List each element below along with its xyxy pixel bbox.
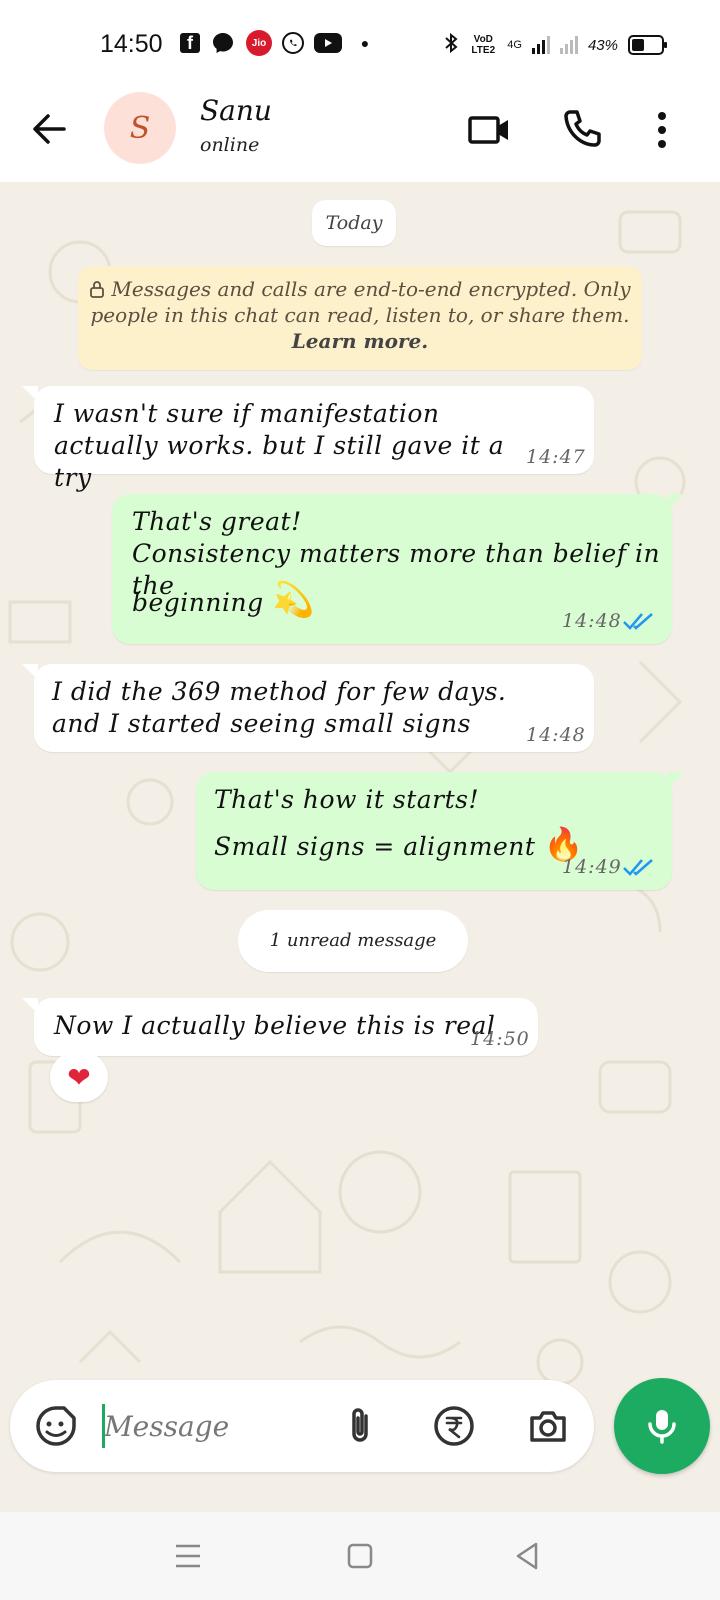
- read-receipt-icon: [623, 613, 653, 630]
- messenger-icon: [210, 30, 236, 56]
- bubble-tail: [22, 386, 38, 402]
- network-type: 4G: [507, 39, 522, 51]
- battery-percent: 43%: [587, 36, 618, 54]
- avatar-initial: S: [129, 110, 151, 146]
- chat-header: S Sanu online: [0, 84, 720, 182]
- message-bubble-incoming[interactable]: I wasn't sure if manifestation actually …: [22, 386, 594, 492]
- message-bubble-outgoing[interactable]: That's great! Consistency matters more t…: [112, 494, 684, 644]
- avatar[interactable]: S: [104, 92, 176, 164]
- status-bar: 14:50 f Jio ● VoD LTE2 4G 43%: [0, 0, 720, 84]
- message-bubble-incoming[interactable]: I did the 369 method for few days. and I…: [22, 664, 594, 752]
- voice-call-button[interactable]: [558, 106, 606, 154]
- dizzy-emoji: 💫: [272, 580, 315, 620]
- date-label: Today: [325, 212, 383, 234]
- message-text: I did the 369 method for few days. and I…: [52, 677, 507, 738]
- message-line: Small signs = alignment 🔥: [214, 828, 584, 863]
- microphone-icon: [648, 1410, 676, 1444]
- home-nav-button[interactable]: [340, 1536, 380, 1576]
- message-line: beginning 💫: [132, 583, 315, 619]
- triangle-back-icon: [516, 1542, 538, 1570]
- phone-icon: [564, 110, 601, 147]
- status-time: 14:50: [100, 30, 163, 58]
- notification-icons: f Jio ●: [180, 30, 378, 56]
- arrow-left-icon: [33, 114, 66, 144]
- battery-fill: [632, 39, 644, 51]
- bubble-tail: [668, 772, 684, 788]
- bubble-tail: [22, 998, 38, 1014]
- message-time: 14:47: [526, 446, 586, 468]
- attach-button[interactable]: [338, 1404, 382, 1448]
- unread-label: 1 unread message: [269, 930, 437, 951]
- heart-emoji: ❤: [67, 1060, 91, 1094]
- unread-separator: 1 unread message: [238, 910, 468, 972]
- learn-more-link[interactable]: Learn more.: [292, 329, 429, 353]
- video-camera-icon: [468, 116, 508, 144]
- menu-nav-button[interactable]: [168, 1536, 208, 1576]
- lock-icon: [90, 281, 105, 298]
- encryption-notice[interactable]: Messages and calls are end-to-end encryp…: [78, 266, 642, 370]
- chat-area[interactable]: Today Messages and calls are end-to-end …: [0, 182, 720, 1410]
- more-notifications-icon: ●: [360, 35, 370, 51]
- battery-icon: [628, 35, 667, 55]
- message-text: I wasn't sure if manifestation actually …: [54, 399, 505, 492]
- rupee-icon: [434, 1406, 474, 1446]
- back-button[interactable]: [26, 106, 72, 152]
- message-bubble-incoming[interactable]: Now I actually believe this is real 14:5…: [22, 998, 538, 1056]
- camera-icon: [530, 1411, 566, 1442]
- paperclip-icon: [352, 1408, 368, 1442]
- whatsapp-icon: [282, 32, 304, 54]
- message-text: Now I actually believe this is real: [54, 1011, 496, 1040]
- video-call-button[interactable]: [466, 106, 514, 154]
- network-label: VoD LTE2: [471, 34, 496, 56]
- menu-icon: [176, 1544, 200, 1568]
- back-nav-button[interactable]: [508, 1536, 548, 1576]
- voice-message-button[interactable]: [614, 1378, 710, 1474]
- message-line: That's great!: [132, 507, 302, 536]
- payment-button[interactable]: [432, 1404, 476, 1448]
- youtube-icon: [314, 33, 342, 53]
- message-bubble-outgoing[interactable]: That's how it starts! Small signs = alig…: [196, 772, 684, 890]
- sticker-button[interactable]: [34, 1404, 78, 1448]
- signal-icon: [531, 36, 550, 54]
- heart-reaction[interactable]: ❤: [50, 1052, 108, 1102]
- message-line-text: beginning: [132, 588, 264, 617]
- message-line-text: Small signs = alignment: [214, 832, 536, 861]
- encryption-text: Messages and calls are end-to-end encryp…: [90, 277, 631, 327]
- date-separator: Today: [312, 200, 396, 246]
- message-time: 14:49: [562, 856, 622, 878]
- contact-name[interactable]: Sanu: [200, 94, 272, 127]
- sticker-icon: [36, 1406, 76, 1446]
- message-line: That's how it starts!: [214, 785, 480, 814]
- bluetooth-icon: [443, 32, 459, 58]
- message-input-bar: [10, 1380, 594, 1472]
- signal-2-icon: [559, 36, 578, 54]
- message-time: 14:50: [470, 1028, 530, 1050]
- read-receipt-icon: [623, 859, 653, 876]
- bubble-tail: [668, 494, 684, 510]
- message-input[interactable]: [104, 1404, 324, 1448]
- system-nav-bar: [0, 1512, 720, 1600]
- message-time: 14:48: [526, 724, 586, 746]
- bubble-tail: [22, 664, 38, 680]
- facebook-icon: f: [180, 33, 200, 53]
- system-status: VoD LTE2 4G 43%: [443, 32, 667, 58]
- jio-icon: Jio: [246, 30, 272, 56]
- square-icon: [347, 1543, 373, 1569]
- more-options-button[interactable]: [640, 106, 684, 154]
- more-vertical-icon: [658, 112, 666, 148]
- message-time: 14:48: [562, 610, 622, 632]
- camera-button[interactable]: [526, 1404, 570, 1448]
- contact-status: online: [200, 134, 260, 156]
